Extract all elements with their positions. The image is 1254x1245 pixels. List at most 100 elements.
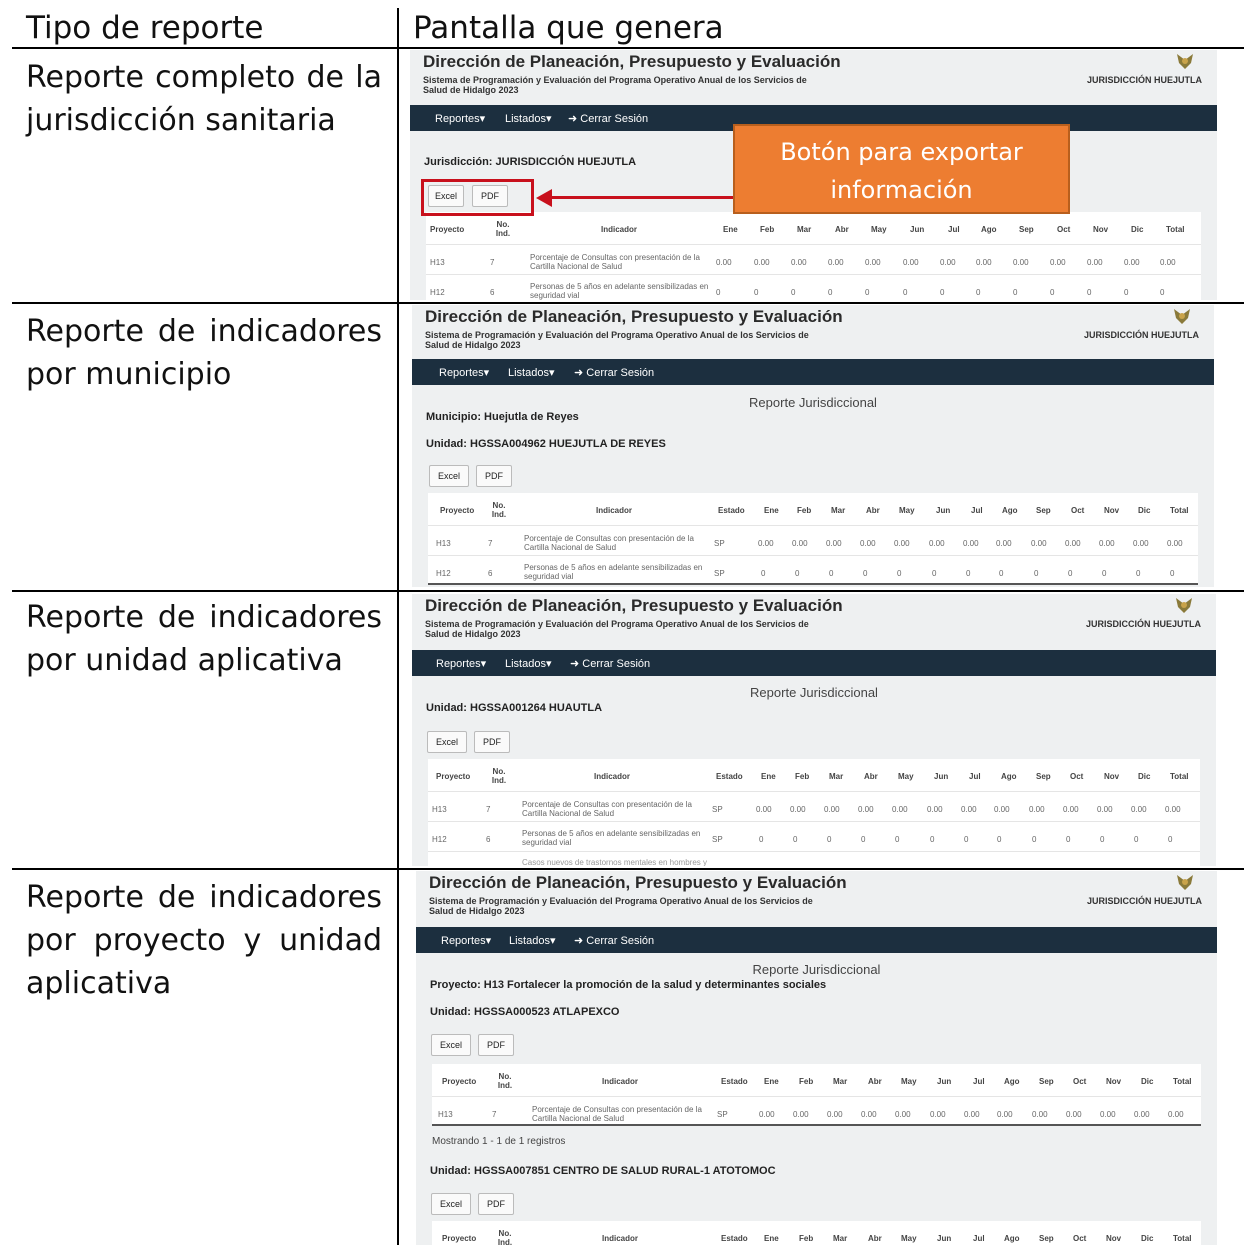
table-divider xyxy=(428,525,1198,526)
cell-mar: 0 xyxy=(791,288,796,297)
logo-icon xyxy=(1174,309,1190,324)
excel-button[interactable]: Excel xyxy=(427,731,467,753)
cell-mar: 0.00 xyxy=(824,805,840,814)
cell-dic: 0.00 xyxy=(1124,258,1140,267)
cell-ago: 0.00 xyxy=(976,258,992,267)
export-callout: Botón para exportar información xyxy=(733,124,1070,214)
th-sep: Sep xyxy=(1036,506,1051,515)
th-may: May xyxy=(898,772,914,781)
th-no-ind: No. Ind. xyxy=(491,767,507,785)
cell-nov: 0.00 xyxy=(1100,1110,1116,1119)
nav-reportes[interactable]: Reportes▾ xyxy=(441,934,491,947)
nav-listados[interactable]: Listados▾ xyxy=(509,934,556,947)
navbar: Reportes▾ Listados▾ ➜ Cerrar Sesión xyxy=(412,359,1214,385)
th-mar: Mar xyxy=(831,506,846,515)
nav-reportes[interactable]: Reportes▾ xyxy=(436,657,486,670)
th-dic: Dic xyxy=(1141,1077,1154,1086)
table-divider xyxy=(426,274,1201,275)
app-subtitle: Sistema de Programación y Evaluación del… xyxy=(425,619,809,639)
navbar: Reportes▾ Listados▾ ➜ Cerrar Sesión xyxy=(412,650,1216,676)
jurisdiction-name: Jurisdicción: JURISDICCIÓN HUEJUTLA xyxy=(424,156,637,168)
cell-no-ind: 6 xyxy=(486,835,491,844)
cell-total: 0.00 xyxy=(1160,258,1176,267)
cell-nov: 0 xyxy=(1100,835,1105,844)
cell-oct: 0 xyxy=(1068,569,1073,578)
screenshot-panel-3: Dirección de Planeación, Presupuesto y E… xyxy=(412,594,1216,866)
th-total: Total xyxy=(1166,225,1185,234)
app-title: Dirección de Planeación, Presupuesto y E… xyxy=(423,52,841,71)
th-sep: Sep xyxy=(1036,772,1051,781)
pdf-button[interactable]: PDF xyxy=(478,1034,514,1056)
excel-button[interactable]: Excel xyxy=(429,465,469,487)
cell-indicador: Porcentaje de Consultas con presentación… xyxy=(522,800,692,818)
cell-sep: 0.00 xyxy=(1029,805,1045,814)
th-ago: Ago xyxy=(1002,506,1018,515)
pdf-button[interactable]: PDF xyxy=(478,1193,514,1215)
cell-dic: 0 xyxy=(1136,569,1141,578)
cell-oct: 0.00 xyxy=(1063,805,1079,814)
app-subtitle: Sistema de Programación y Evaluación del… xyxy=(423,75,807,95)
th-estado: Estado xyxy=(721,1077,748,1086)
unidad-label: Unidad: HGSSA004962 HUEJUTLA DE REYES xyxy=(426,438,666,450)
cell-may: 0.00 xyxy=(895,1110,911,1119)
pdf-button[interactable]: PDF xyxy=(474,731,510,753)
nav-listados[interactable]: Listados▾ xyxy=(505,657,552,670)
arrow-icon xyxy=(536,189,552,207)
th-may: May xyxy=(901,1077,917,1086)
nav-cerrar-sesion[interactable]: ➜ Cerrar Sesión xyxy=(574,366,654,379)
cell-ago: 0.00 xyxy=(996,539,1012,548)
cell-ene: 0.00 xyxy=(756,805,772,814)
nav-listados[interactable]: Listados▾ xyxy=(508,366,555,379)
cell-feb: 0 xyxy=(754,288,759,297)
pdf-button[interactable]: PDF xyxy=(476,465,512,487)
cell-may: 0.00 xyxy=(865,258,881,267)
cell-abr: 0 xyxy=(861,835,866,844)
callout-arrow-line xyxy=(548,196,736,199)
cell-nov: 0.00 xyxy=(1099,539,1115,548)
nav-cerrar-sesion[interactable]: ➜ Cerrar Sesión xyxy=(570,657,650,670)
header-pantalla: Pantalla que genera xyxy=(413,10,724,46)
cell-jul: 0 xyxy=(940,288,945,297)
th-abr: Abr xyxy=(868,1077,882,1086)
cell-estado: SP xyxy=(714,569,725,578)
screenshot-panel-2: Dirección de Planeación, Presupuesto y E… xyxy=(412,305,1214,587)
cell-abr: 0 xyxy=(863,569,868,578)
cell-sep: 0.00 xyxy=(1013,258,1029,267)
nav-listados[interactable]: Listados▾ xyxy=(505,112,552,125)
cell-jun: 0 xyxy=(903,288,908,297)
table-divider xyxy=(432,1096,1201,1097)
unidad-label-1: Unidad: HGSSA000523 ATLAPEXCO xyxy=(430,1006,620,1018)
th-sep: Sep xyxy=(1019,225,1034,234)
th-total: Total xyxy=(1170,506,1189,515)
nav-reportes[interactable]: Reportes▾ xyxy=(439,366,489,379)
report-type-3: Reporte de indicadores por unidad aplica… xyxy=(26,600,382,678)
app-title: Dirección de Planeación, Presupuesto y E… xyxy=(429,873,847,892)
nav-cerrar-sesion[interactable]: ➜ Cerrar Sesión xyxy=(568,112,648,125)
report-type-1: Reporte completo de la jurisdicción sani… xyxy=(26,60,382,138)
report-type-4: Reporte de indicadores por proyecto y un… xyxy=(26,880,382,1001)
cell-ene: 0.00 xyxy=(758,539,774,548)
th-mar: Mar xyxy=(797,225,812,234)
cell-nov: 0 xyxy=(1102,569,1107,578)
th-feb: Feb xyxy=(795,772,810,781)
cell-abr: 0.00 xyxy=(828,258,844,267)
th-oct: Oct xyxy=(1071,506,1085,515)
logo-icon xyxy=(1176,598,1192,613)
th-jun: Jun xyxy=(937,1234,952,1243)
th-feb: Feb xyxy=(799,1077,814,1086)
nav-cerrar-sesion[interactable]: ➜ Cerrar Sesión xyxy=(574,934,654,947)
th-ago: Ago xyxy=(981,225,997,234)
cell-estado: SP xyxy=(712,835,723,844)
cell-oct: 0 xyxy=(1050,288,1055,297)
nav-reportes[interactable]: Reportes▾ xyxy=(435,112,485,125)
report-table: Proyecto No. Ind. Indicador Ene Feb Mar … xyxy=(426,212,1201,300)
th-dic: Dic xyxy=(1131,225,1144,234)
th-indicador: Indicador xyxy=(602,1234,639,1243)
report-title: Reporte Jurisdiccional xyxy=(752,962,881,977)
cell-ago: 0 xyxy=(976,288,981,297)
cell-jul: 0.00 xyxy=(940,258,956,267)
excel-button[interactable]: Excel xyxy=(431,1034,471,1056)
cell-proyecto: H13 xyxy=(436,539,451,548)
cell-total: 0.00 xyxy=(1165,805,1181,814)
excel-button[interactable]: Excel xyxy=(431,1193,471,1215)
